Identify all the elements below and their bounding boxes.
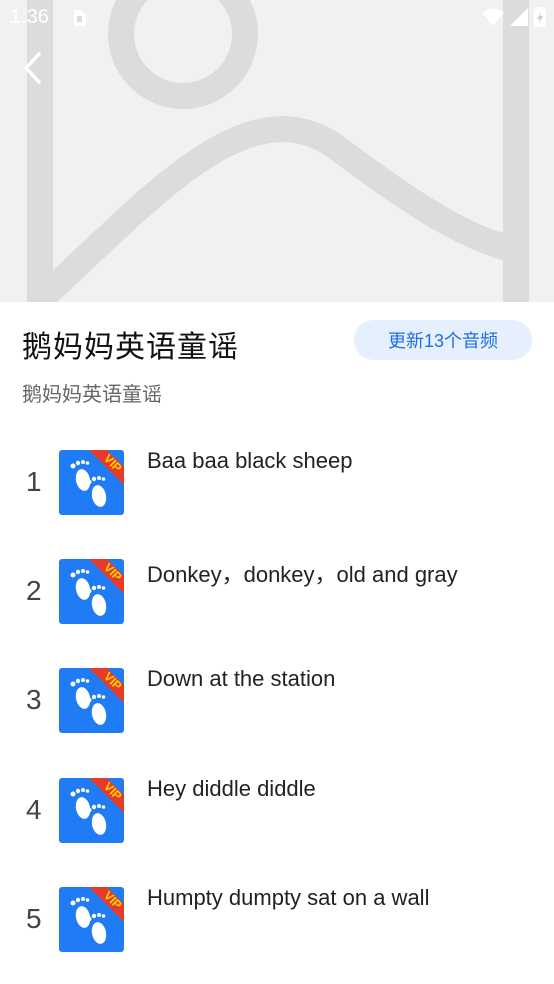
- track-number: 5: [26, 903, 42, 934]
- track-number: 2: [26, 575, 42, 606]
- track-thumbnail: VIP: [59, 559, 124, 624]
- back-arrow-icon: [24, 52, 41, 84]
- image-placeholder-icon: [0, 0, 554, 302]
- album-subtitle: 鹅妈妈英语童谣: [22, 384, 162, 406]
- track-row[interactable]: 3 VIP Down at the station: [0, 666, 554, 746]
- track-title: Baa baa black sheep: [147, 448, 353, 473]
- track-number: 4: [26, 794, 42, 825]
- track-thumbnail: VIP: [59, 887, 124, 952]
- battery-icon: [534, 7, 546, 32]
- track-thumbnail: VIP: [59, 450, 124, 515]
- status-time: 1:36: [10, 6, 49, 28]
- back-button[interactable]: [14, 48, 50, 88]
- track-row[interactable]: 5 VIP Humpty dumpty sat on a wall: [0, 885, 554, 965]
- sim-card-icon: [72, 10, 86, 31]
- track-number: 1: [26, 466, 42, 497]
- footprints-vip-icon: VIP: [70, 778, 124, 835]
- footprints-vip-icon: VIP: [70, 559, 124, 616]
- wifi-icon: [482, 8, 504, 31]
- signal-icon: [510, 8, 528, 31]
- status-bar: 1:36: [0, 0, 554, 36]
- album-title: 鹅妈妈英语童谣: [22, 331, 239, 364]
- footprints-vip-icon: VIP: [70, 668, 124, 725]
- footprints-vip-icon: VIP: [70, 887, 124, 944]
- track-row[interactable]: 2 VIP Donkey，donkey，old and gray: [0, 557, 554, 637]
- track-thumbnail: VIP: [59, 778, 124, 843]
- track-number: 3: [26, 684, 42, 715]
- track-title: Hey diddle diddle: [147, 776, 316, 801]
- track-row[interactable]: 4 VIP Hey diddle diddle: [0, 776, 554, 856]
- track-row[interactable]: 1 VIP Baa baa black sheep: [0, 448, 554, 528]
- track-title: Humpty dumpty sat on a wall: [147, 885, 430, 910]
- track-thumbnail: VIP: [59, 668, 124, 733]
- update-count-button[interactable]: 更新13个音频: [354, 320, 532, 360]
- footprints-vip-icon: VIP: [70, 450, 124, 507]
- album-cover-placeholder: [0, 0, 554, 302]
- track-title: Down at the station: [147, 666, 336, 691]
- track-title: Donkey，donkey，old and gray: [147, 562, 458, 587]
